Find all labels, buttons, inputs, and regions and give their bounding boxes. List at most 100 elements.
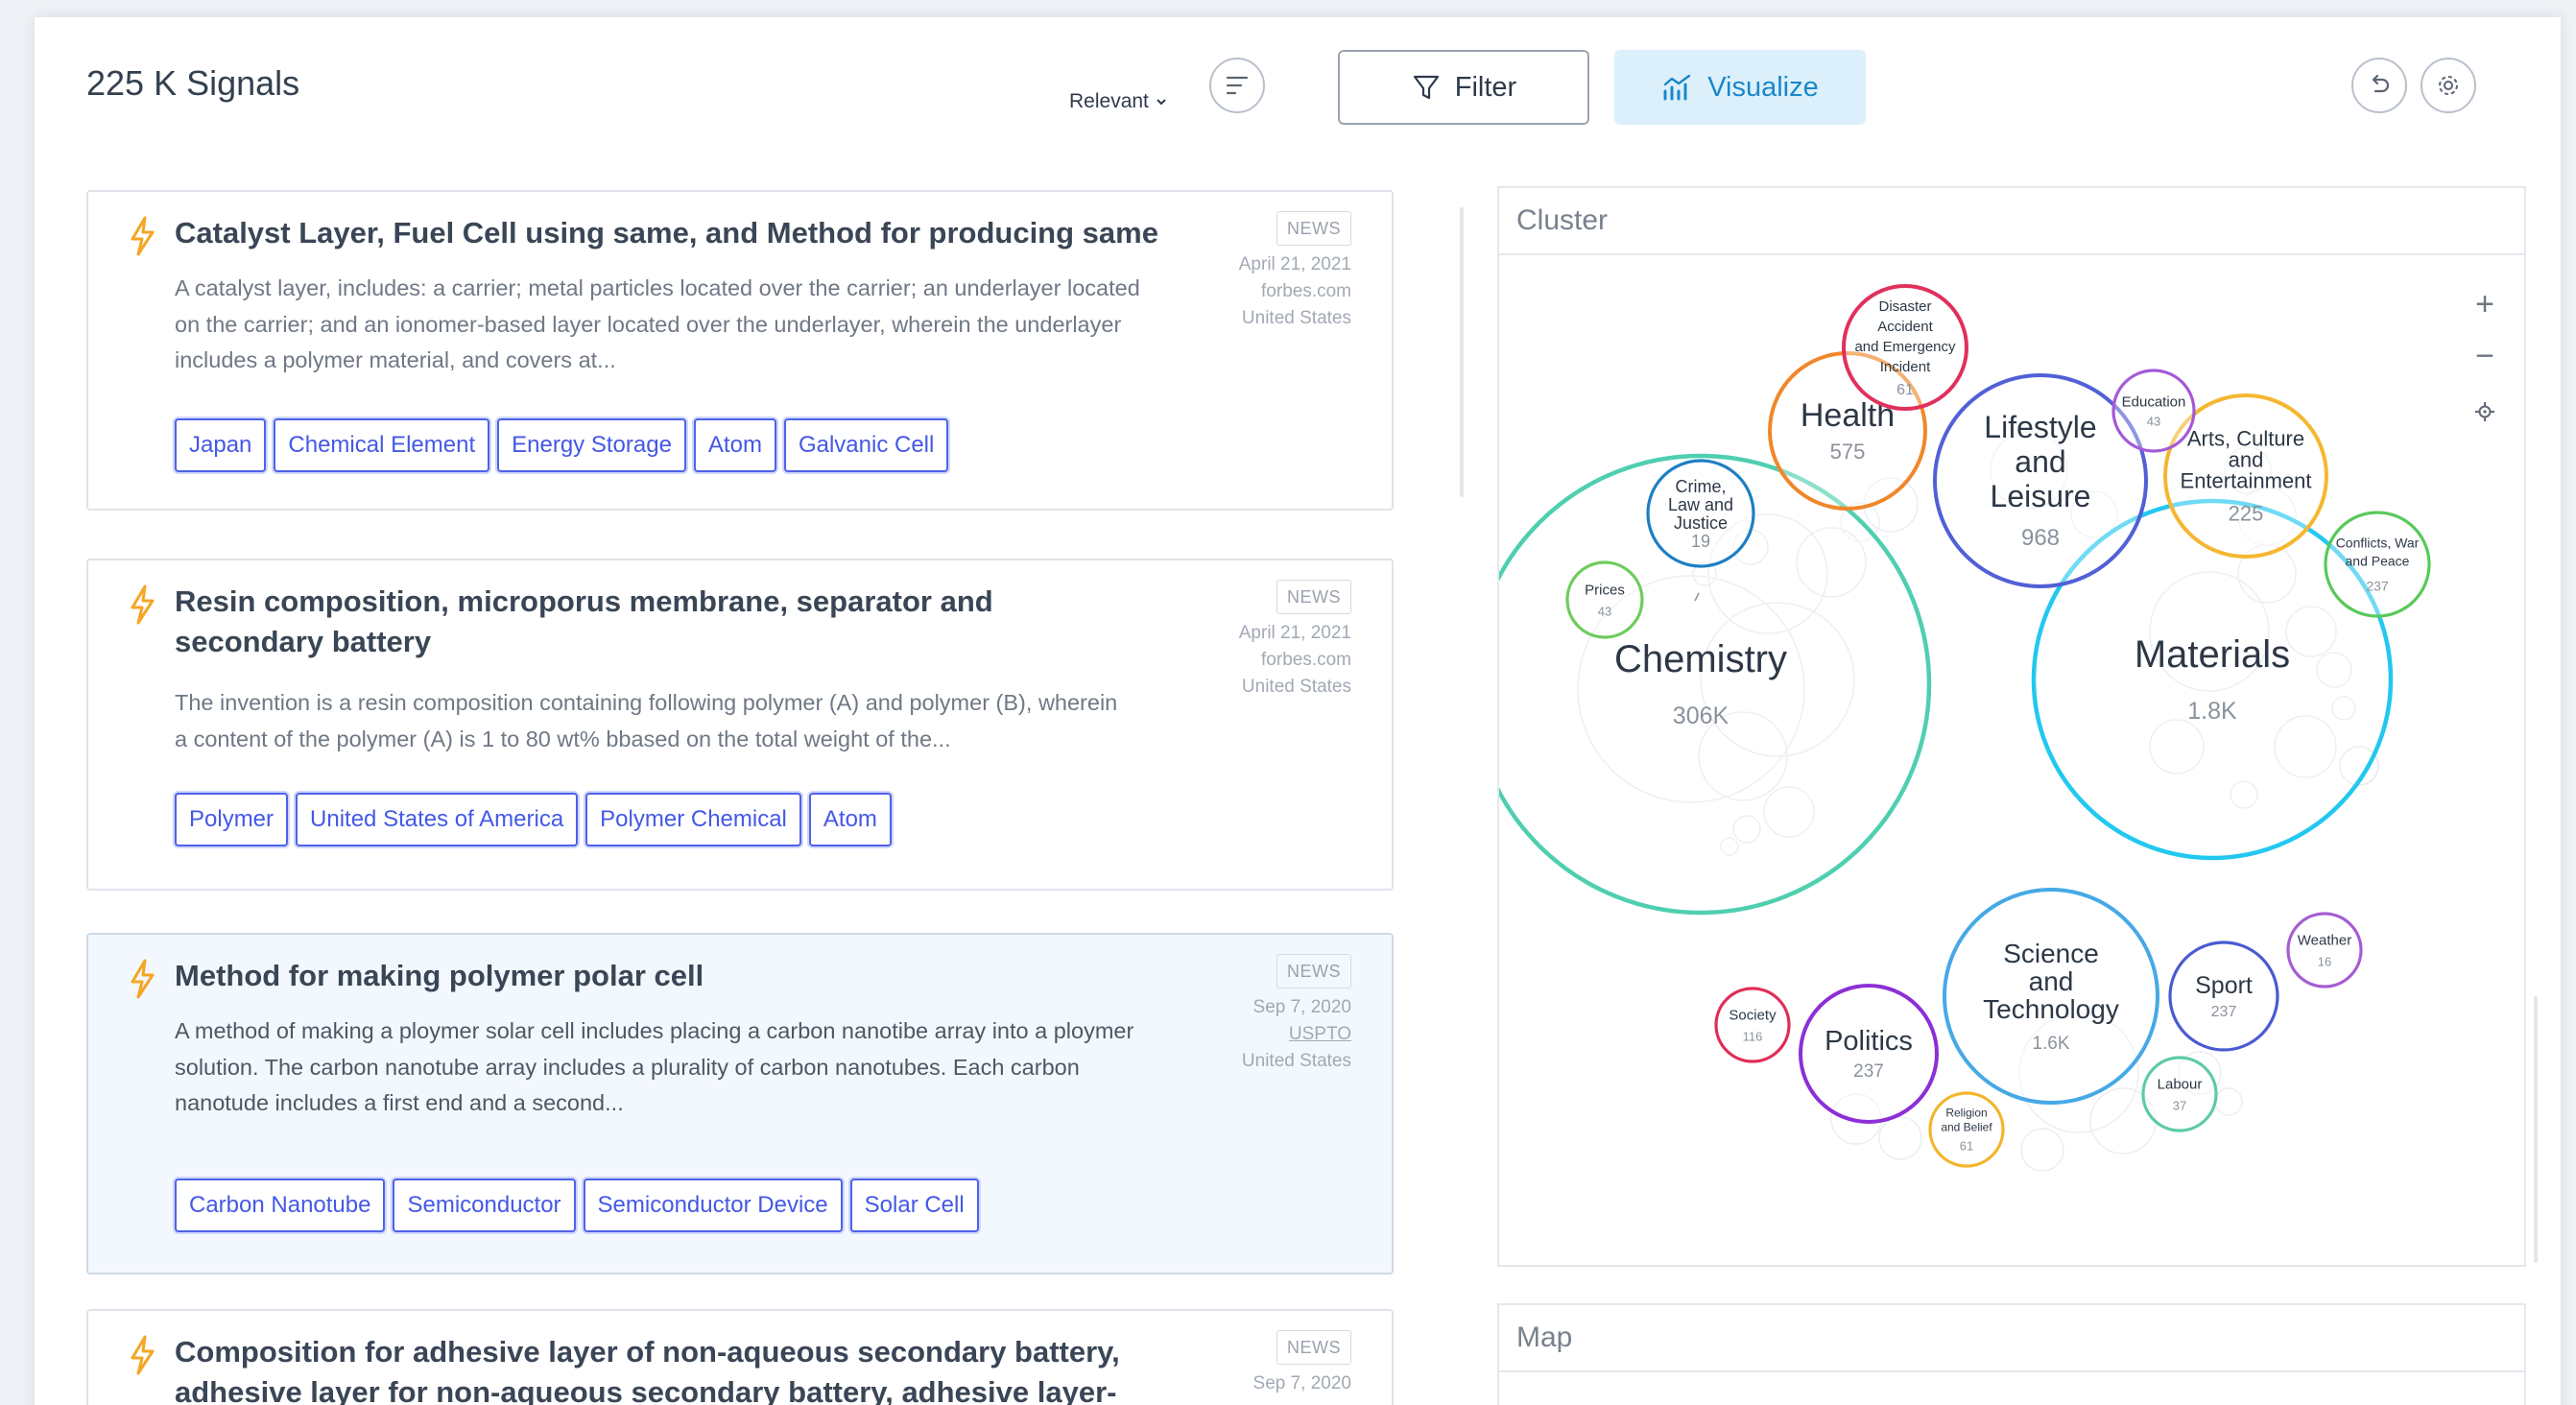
bubble-label: and Peace — [2346, 553, 2410, 568]
bubble-count: 225 — [2229, 502, 2264, 526]
cluster-bubble-crime[interactable]: Crime,Law andJustice19 — [1646, 459, 1755, 568]
tag-chip[interactable]: United States of America — [296, 793, 579, 846]
card-title[interactable]: Method for making polymer polar cell — [175, 956, 1173, 996]
tag-chip[interactable]: Chemical Element — [274, 418, 490, 472]
bubble-label: Weather — [2298, 932, 2351, 948]
bubble-circle[interactable] — [1565, 560, 1644, 639]
bubble-count: 61 — [1960, 1139, 1973, 1154]
bubble-label: Disaster — [1878, 298, 1931, 315]
card-source[interactable]: forbes.com — [1239, 647, 1351, 674]
map-panel: Map — [1497, 1303, 2526, 1405]
filter-button[interactable]: Filter — [1338, 50, 1589, 125]
bubble-label: Sport — [2195, 972, 2253, 999]
card-date: Sep 7, 2020 — [1252, 997, 1351, 1017]
tag-chip[interactable]: Carbon Nanotube — [175, 1179, 386, 1232]
signal-card[interactable]: Resin composition, microporus membrane, … — [86, 559, 1394, 891]
signal-card[interactable]: Composition for adhesive layer of non-aq… — [86, 1309, 1394, 1405]
card-source[interactable]: forbes.com — [1239, 278, 1351, 305]
bubble-label: and Emergency — [1854, 339, 1956, 355]
signal-card[interactable]: Catalyst Layer, Fuel Cell using same, an… — [86, 190, 1394, 511]
tag-chip[interactable]: Polymer — [175, 793, 289, 846]
card-country: United States — [1241, 677, 1351, 697]
tag-chip[interactable]: Atom — [808, 793, 892, 846]
bubble-label: Science — [2003, 939, 2099, 968]
tag-chip[interactable]: Semiconductor — [393, 1179, 576, 1232]
settings-button[interactable] — [2421, 58, 2476, 113]
cluster-bubble-disaster[interactable]: Disaster Accident and Emergency Incident 61 — [1842, 284, 1968, 411]
cluster-bubble-society[interactable]: Society 116 — [1714, 987, 1791, 1063]
cluster-bubble-religion[interactable]: Religionand Belief 61 — [1928, 1091, 2005, 1168]
list-scrollbar[interactable] — [1460, 207, 1464, 497]
bubble-label: Materials — [2135, 633, 2290, 676]
card-title[interactable]: Composition for adhesive layer of non-aq… — [175, 1332, 1192, 1405]
tag-chip[interactable]: Polymer Chemical — [585, 793, 801, 846]
tag-chip[interactable]: Atom — [693, 418, 776, 472]
cluster-panel-title: Cluster — [1499, 188, 2524, 255]
bubble-label: Labour — [2158, 1076, 2203, 1092]
tag-chip[interactable]: Solar Cell — [849, 1179, 979, 1232]
bubble-label: and — [2029, 966, 2074, 996]
bubble-count: 116 — [1743, 1029, 1763, 1043]
cluster-bubble-conflicts[interactable]: Conflicts, War and Peace 237 — [2324, 511, 2431, 618]
cluster-bubble-labour[interactable]: Labour 37 — [2141, 1056, 2218, 1132]
card-meta: NEWS Sep 7, 2020 — [1253, 1330, 1351, 1397]
filter-label: Filter — [1454, 71, 1517, 103]
card-source-link[interactable]: USPTO — [1242, 1021, 1351, 1048]
bubble-label: Chemistry — [1614, 638, 1787, 680]
tag-chip[interactable]: Japan — [175, 418, 267, 472]
sort-dropdown[interactable]: Relevant — [1069, 90, 1168, 113]
bubble-label: and — [2015, 444, 2065, 479]
bubble-label: Prices — [1585, 582, 1625, 598]
sort-order-button[interactable] — [1209, 58, 1265, 113]
bubble-count: 968 — [2021, 525, 2060, 551]
tag-chip[interactable]: Semiconductor Device — [583, 1179, 843, 1232]
visualize-button[interactable]: Visualize — [1614, 50, 1866, 125]
card-excerpt: A catalyst layer, includes: a carrier; m… — [175, 275, 1140, 372]
bubble-circle[interactable] — [2141, 1056, 2218, 1132]
cluster-bubble-education[interactable]: Education 43 — [2111, 369, 2196, 453]
type-badge: NEWS — [1276, 211, 1351, 246]
panel-scrollbar[interactable] — [2534, 996, 2538, 1263]
bubble-label: Technology — [1983, 994, 2119, 1024]
bubble-label: and Belief — [1941, 1121, 1992, 1134]
card-excerpt: The invention is a resin composition con… — [175, 690, 1118, 751]
cluster-bubbles: Chemistry306KMaterials1.8KLifestyleandLe… — [1499, 284, 2431, 1168]
undo-button[interactable] — [2351, 58, 2407, 113]
bubble-circle[interactable] — [1714, 987, 1791, 1063]
cluster-bubble-sport[interactable]: Sport 237 — [2168, 941, 2279, 1052]
lightning-icon — [131, 216, 155, 256]
card-meta: NEWS April 21, 2021 forbes.com United St… — [1239, 211, 1351, 332]
bubble-circle[interactable] — [2111, 369, 2196, 453]
bubble-label: Leisure — [1991, 479, 2091, 513]
signal-card-selected[interactable]: Method for making polymer polar cell A m… — [86, 933, 1394, 1274]
card-date: April 21, 2021 — [1238, 623, 1351, 643]
chart-icon — [1663, 74, 1691, 101]
cluster-bubble-chart: Chemistry306KMaterials1.8KLifestyleandLe… — [1499, 284, 2431, 1172]
cluster-bubble-politics[interactable]: Politics 237 — [1799, 984, 1939, 1124]
bubble-count: 1.6K — [2032, 1034, 2069, 1054]
bubble-label: Justice — [1674, 513, 1728, 533]
funnel-icon — [1413, 75, 1439, 100]
bubble-count: 1.8K — [2187, 698, 2237, 725]
card-meta: NEWS Sep 7, 2020 USPTO United States — [1242, 954, 1351, 1075]
bubble-count: 61 — [1896, 382, 1914, 398]
tag-chip[interactable]: Energy Storage — [497, 418, 686, 472]
bubble-count: 16 — [2318, 954, 2331, 968]
cluster-bubble-weather[interactable]: Weather 16 — [2286, 912, 2363, 988]
bubble-count: 237 — [1853, 1061, 1884, 1082]
bubble-label: Lifestyle — [1984, 410, 2096, 444]
card-title[interactable]: Resin composition, microporus membrane, … — [175, 582, 1058, 662]
bubble-label: Religion — [1945, 1107, 1987, 1120]
map-panel-title: Map — [1499, 1305, 2524, 1372]
lightning-icon — [131, 584, 155, 625]
cluster-bubble-science[interactable]: ScienceandTechnology 1.6K — [1943, 888, 2159, 1105]
card-date: April 21, 2021 — [1238, 254, 1351, 274]
bubble-circle[interactable] — [2286, 912, 2363, 988]
cluster-bubble-prices[interactable]: Prices 43 — [1565, 560, 1644, 639]
tag-chip[interactable]: Galvanic Cell — [783, 418, 949, 472]
bubble-count: 43 — [1598, 604, 1611, 618]
card-meta: NEWS April 21, 2021 forbes.com United St… — [1239, 580, 1351, 701]
type-badge: NEWS — [1276, 580, 1351, 614]
card-title[interactable]: Catalyst Layer, Fuel Cell using same, an… — [175, 213, 1173, 253]
cluster-panel: Cluster + − Chemistry 306K Materials 1.8… — [1497, 186, 2526, 1267]
